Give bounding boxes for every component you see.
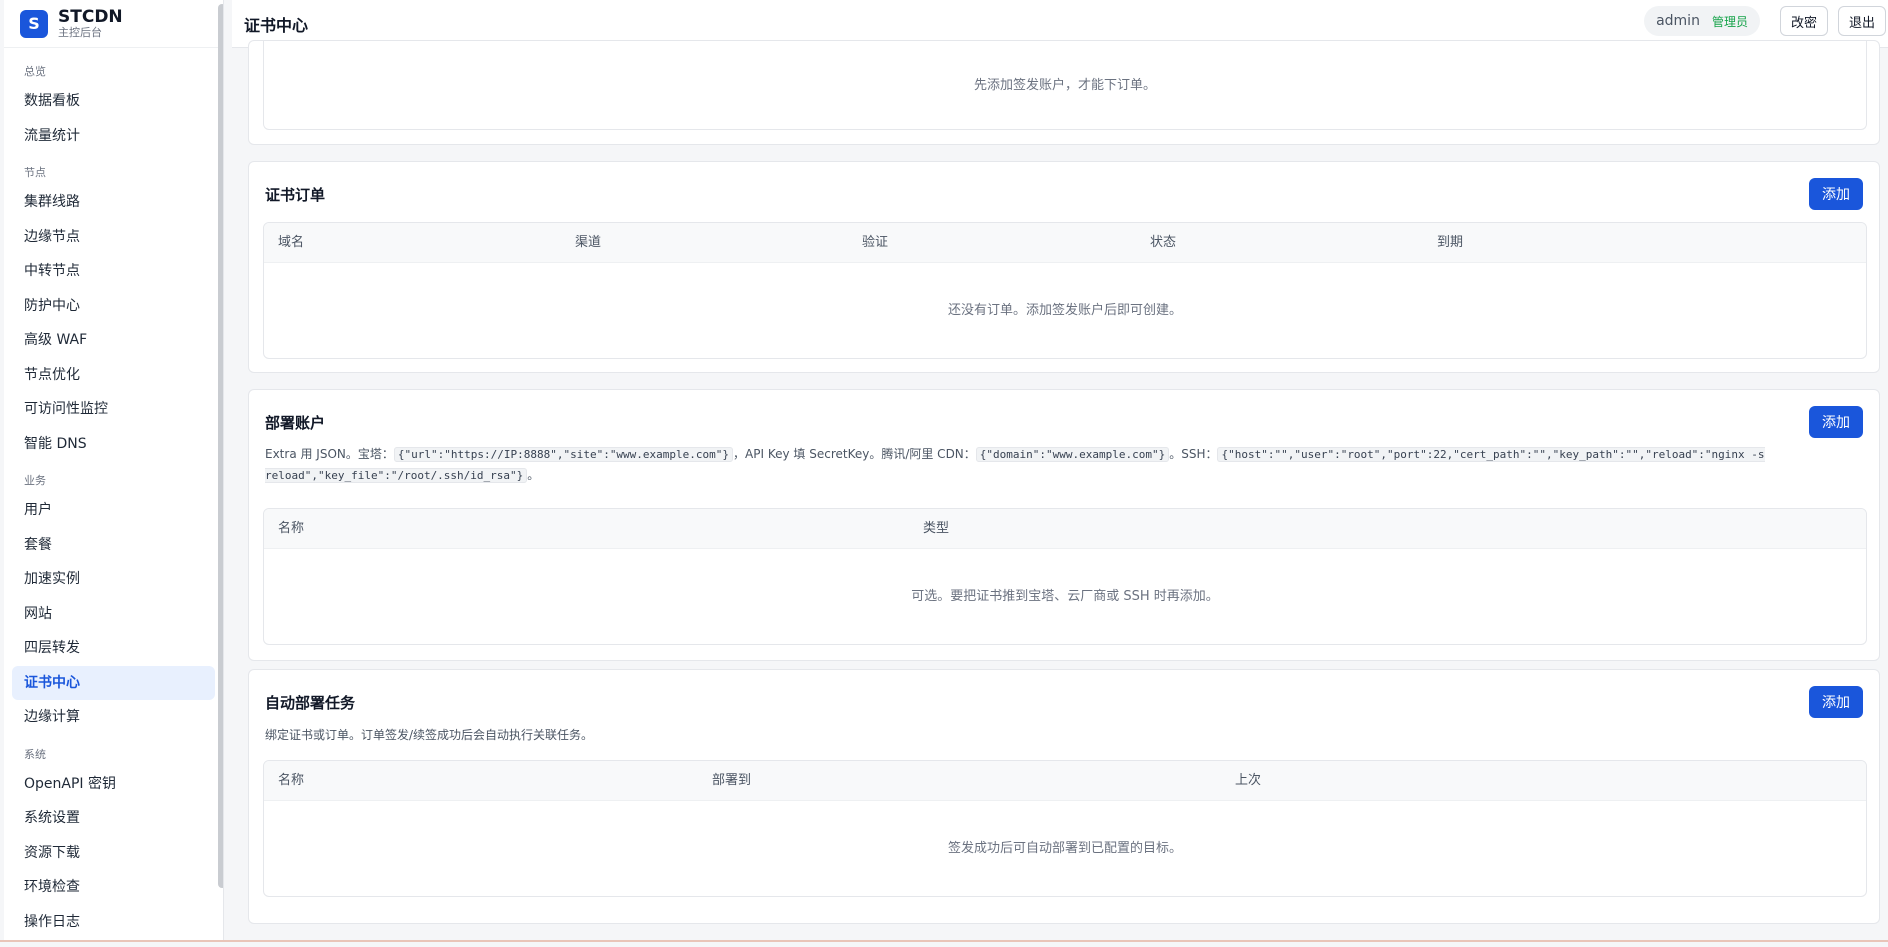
auto-deploy-empty-text: 签发成功后可自动部署到已配置的目标。 [947,841,1182,856]
header-actions: admin 管理员 改密 退出 [1644,6,1886,36]
col-status: 状态 [1150,235,1177,250]
sidebar-item[interactable]: 边缘节点 [12,220,215,255]
deploy-accounts-table: 名称 类型 可选。要把证书推到宝塔、云厂商或 SSH 时再添加。 [263,508,1867,645]
deploy-accounts-empty-text: 可选。要把证书推到宝塔、云厂商或 SSH 时再添加。 [911,589,1219,604]
sidebar-item[interactable]: 系统设置 [12,801,215,836]
brand-name: STCDN [58,7,123,27]
desc-text-2: ，API Key 填 SecretKey。腾讯/阿里 CDN： [733,447,976,461]
issuer-accounts-card: 先添加签发账户，才能下订单。 [248,40,1880,145]
orders-empty-text: 还没有订单。添加签发账户后即可创建。 [947,303,1182,318]
desc-code-baota: {"url":"https://IP:8888","site":"www.exa… [393,447,734,462]
auto-deploy-table-header: 名称 部署到 上次 [264,761,1866,801]
sidebar-item[interactable]: 环境检查 [12,870,215,905]
sidebar-item[interactable]: 流量统计 [12,119,215,154]
window-bottom-edge [0,940,1888,942]
sidebar-item[interactable]: 数据看板 [12,84,215,119]
col-type: 类型 [923,521,950,536]
issuer-empty-text: 先添加签发账户，才能下订单。 [973,78,1156,93]
issuer-accounts-table: 先添加签发账户，才能下订单。 [263,41,1867,130]
col-channel: 渠道 [575,235,602,250]
sidebar-item[interactable]: 智能 DNS [12,427,215,462]
col-last-run: 上次 [1235,773,1262,788]
sidebar-item[interactable]: 节点优化 [12,358,215,393]
col-verify: 验证 [862,235,889,250]
add-auto-deploy-button[interactable]: 添加 [1809,686,1863,718]
sidebar-item[interactable]: 边缘计算 [12,700,215,735]
nav-group-label: 总览 [24,65,46,78]
col-task-name: 名称 [278,773,305,788]
sidebar-item[interactable]: 用户 [12,493,215,528]
col-domain: 域名 [278,235,305,250]
orders-table-header: 域名 渠道 验证 状态 到期 [264,223,1866,263]
deploy-accounts-table-header: 名称 类型 [264,509,1866,549]
brand-logo: S [20,9,48,38]
username: admin [1656,13,1700,29]
sidebar-item[interactable]: 证书中心 [12,665,215,700]
auto-deploy-title: 自动部署任务 [265,694,356,712]
orders-table: 域名 渠道 验证 状态 到期 还没有订单。添加签发账户后即可创建。 [263,222,1867,359]
col-expiry: 到期 [1437,235,1464,250]
col-name: 名称 [278,521,305,536]
nav-group-label: 系统 [24,747,46,761]
sidebar-nav: 总览数据看板 流量统计节点集群线路 边缘节点 中转节点 防护中心 高级 WAF 节点优化 可访… [4,48,223,939]
logout-button[interactable]: 退出 [1837,6,1886,36]
desc-text-1: Extra 用 JSON。宝塔： [265,447,394,461]
auto-deploy-table: 名称 部署到 上次 签发成功后可自动部署到已配置的目标。 [263,760,1867,897]
certificate-orders-card: 证书订单 添加 域名 渠道 验证 状态 到期 还没有订单。添加签发账户后即可创建… [248,161,1880,373]
sidebar-item[interactable]: 四层转发 [12,631,215,666]
orders-title: 证书订单 [265,186,326,204]
sidebar-item[interactable]: 中转节点 [12,254,215,289]
col-deploy-target: 部署到 [712,773,752,788]
sidebar-scrollbar[interactable] [218,4,223,888]
sidebar-item[interactable]: OpenAPI 密钥 [12,767,215,802]
user-pill[interactable]: admin 管理员 [1644,6,1760,36]
sidebar-item[interactable]: 网站 [12,597,215,632]
sidebar-item[interactable]: 可访问性监控 [12,392,215,427]
sidebar-item[interactable]: 高级 WAF [12,323,215,358]
brand[interactable]: S STCDN 主控后台 [4,0,223,48]
deploy-accounts-card: 部署账户 添加 Extra 用 JSON。宝塔： {"url":"https://… [248,389,1880,661]
desc-text-4: 。 [527,468,540,482]
deploy-accounts-title: 部署账户 [265,414,326,432]
desc-code-cdn: {"domain":"www.example.com"} [975,447,1170,462]
nav-group-label: 业务 [24,474,46,487]
role-badge: 管理员 [1711,14,1748,29]
brand-subtitle: 主控后台 [58,26,102,39]
auto-deploy-tasks-card: 自动部署任务 添加 绑定证书或订单。订单签发/续签成功后会自动执行关联任务。 名… [248,669,1880,924]
sidebar-item[interactable]: 资源下载 [12,836,215,871]
nav-group-label: 节点 [24,166,46,179]
page-title: 证书中心 [244,15,309,35]
deploy-accounts-description: Extra 用 JSON。宝塔： {"url":"https://IP:8888"… [265,444,1779,486]
add-order-button[interactable]: 添加 [1809,178,1863,210]
add-deploy-account-button[interactable]: 添加 [1809,406,1863,438]
desc-text-3: 。SSH： [1169,447,1218,461]
sidebar-item[interactable]: 加速实例 [12,562,215,597]
sidebar-item[interactable]: 操作日志 [12,905,215,940]
sidebar-item[interactable]: 集群线路 [12,185,215,220]
sidebar: S STCDN 主控后台 总览数据看板 流量统计节点集群线路 边缘节点 中转节点 防护中… [4,0,224,940]
sidebar-item[interactable]: 防护中心 [12,289,215,324]
change-password-button[interactable]: 改密 [1779,6,1828,36]
sidebar-item[interactable]: 套餐 [12,528,215,563]
auto-deploy-description: 绑定证书或订单。订单签发/续签成功后会自动执行关联任务。 [265,728,594,742]
